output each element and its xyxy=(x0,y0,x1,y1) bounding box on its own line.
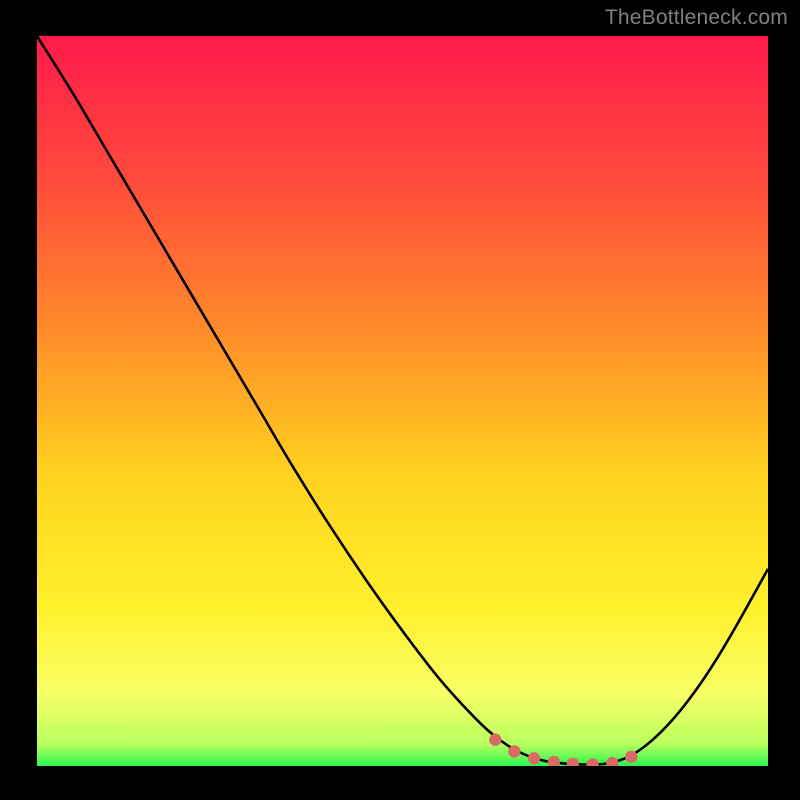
marker-dot xyxy=(586,758,598,770)
watermark-text: TheBottleneck.com xyxy=(605,6,788,30)
chart-frame: TheBottleneck.com xyxy=(0,0,800,800)
marker-dot xyxy=(508,745,520,757)
chart-svg xyxy=(0,0,800,800)
marker-dot xyxy=(625,751,637,763)
marker-dot xyxy=(548,756,560,768)
gradient-background xyxy=(37,36,768,766)
marker-dot xyxy=(606,757,618,769)
marker-dot xyxy=(567,758,579,770)
marker-dot xyxy=(489,734,501,746)
marker-dot xyxy=(528,752,540,764)
